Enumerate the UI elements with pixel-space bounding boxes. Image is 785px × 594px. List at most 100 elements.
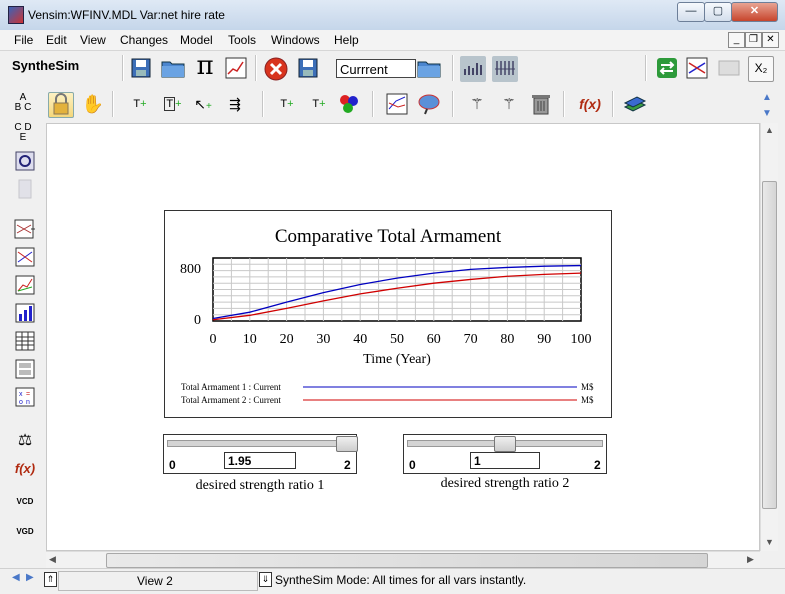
menu-bar: File Edit View Changes Model Tools Windo… <box>0 30 785 51</box>
save-run-icon[interactable] <box>295 56 321 82</box>
view-selector[interactable]: View 2 <box>58 571 258 591</box>
slider-ratio-2[interactable]: 0 1 2 <box>403 434 607 474</box>
maximize-button[interactable]: ▢ <box>704 2 732 22</box>
scroll-down-icon[interactable]: ▼ <box>765 537 774 547</box>
slider-1-label: desired strength ratio 1 <box>195 478 325 493</box>
lock-icon[interactable] <box>48 92 74 118</box>
toolbar-scroll-down-icon[interactable]: ▼ <box>762 108 772 119</box>
menu-file[interactable]: File <box>14 33 33 47</box>
toolbar-separator <box>452 55 454 81</box>
x-tick-label: 0 <box>210 332 217 347</box>
bar-graph-icon[interactable] <box>12 302 38 328</box>
graph-line-icon[interactable] <box>223 56 249 82</box>
menu-help[interactable]: Help <box>334 33 359 47</box>
loop-icon[interactable] <box>12 150 38 176</box>
vcd-check-icon[interactable]: VCD <box>12 484 38 514</box>
view-down-icon[interactable]: ⇓ <box>259 572 272 587</box>
view-next-icon[interactable]: ▶ <box>26 572 34 583</box>
add-box-text-icon[interactable]: T + <box>160 92 186 118</box>
minimize-button[interactable]: — <box>677 2 705 22</box>
mdi-minimize-icon[interactable]: _ <box>728 32 745 48</box>
wand-icon[interactable]: ⚚ <box>464 92 490 118</box>
sensitivity-icon[interactable] <box>460 56 486 82</box>
menu-tools[interactable]: Tools <box>228 33 256 47</box>
menu-edit[interactable]: Edit <box>46 33 67 47</box>
slider-2-thumb[interactable] <box>494 436 516 452</box>
x-tick-label: 60 <box>427 332 441 347</box>
scroll-up-icon[interactable]: ▲ <box>765 125 774 135</box>
toolbar-separator <box>563 91 565 117</box>
open-run-folder-icon[interactable] <box>416 56 442 82</box>
menu-model[interactable]: Model <box>180 33 213 47</box>
toolbar-sketch: AB C ✋ T+ T + ↖+ ⇶ T+ T+ ⚚ ⚚ f(x) ▲ ▼ <box>0 88 785 122</box>
wand-alt-icon[interactable]: ⚚ <box>496 92 522 118</box>
brain-icon[interactable] <box>416 92 442 118</box>
save-icon[interactable] <box>128 56 154 82</box>
slider-1-value-input[interactable]: 1.95 <box>224 452 296 469</box>
horizontal-scroll-thumb[interactable] <box>106 553 708 568</box>
sidebar-fx-icon[interactable]: f(x) <box>10 456 40 482</box>
x-tick-label: 80 <box>500 332 514 347</box>
toolbar-scroll-up-icon[interactable]: ▲ <box>762 92 772 103</box>
add-arrow-icon[interactable]: ↖+ <box>190 92 216 118</box>
slider-1-thumb[interactable] <box>336 436 359 452</box>
exit-synthesim-icon[interactable] <box>654 56 680 82</box>
pi-icon[interactable]: π <box>192 53 218 80</box>
document-all-icon[interactable]: x = o n <box>12 386 38 412</box>
view-up-icon[interactable]: ⇑ <box>44 572 57 587</box>
slider-2-value-input[interactable]: 1 <box>470 452 540 469</box>
cde-icon[interactable]: C DE <box>10 122 36 148</box>
hand-icon[interactable]: ✋ <box>80 92 106 118</box>
slider-1-track[interactable] <box>167 440 353 447</box>
mdi-restore-icon[interactable]: ❐ <box>745 32 762 48</box>
document-icon[interactable] <box>12 178 38 204</box>
open-folder-icon[interactable] <box>160 56 186 82</box>
x-tick-label: 50 <box>390 332 404 347</box>
left-toolbar: C DE x = o n ⚖ f(x) VCD VGD <box>0 122 44 568</box>
scroll-left-icon[interactable]: ◀ <box>49 554 56 565</box>
add-text-icon[interactable]: T+ <box>127 92 153 118</box>
horizontal-scrollbar[interactable]: ◀ ▶ <box>46 551 760 569</box>
menu-view[interactable]: View <box>80 33 106 47</box>
comparative-graph[interactable]: Comparative Total Armament 0 10 20 30 40 50 60… <box>164 210 612 418</box>
menu-changes[interactable]: Changes <box>120 33 168 47</box>
add-comment-icon[interactable]: T+ <box>274 92 300 118</box>
x-tick-label: 70 <box>464 332 478 347</box>
runs-compare-icon[interactable] <box>12 358 38 384</box>
compare-graph-icon[interactable] <box>684 56 710 82</box>
equation-fx-icon[interactable]: f(x) <box>574 92 606 118</box>
x-tick-label: 40 <box>353 332 367 347</box>
run-name-input[interactable]: Currrent <box>336 59 416 78</box>
window-title: Vensim:WFINV.MDL Var:net hire rate <box>28 8 225 22</box>
strip-graph-icon[interactable] <box>12 246 38 272</box>
toolbar-separator <box>262 91 264 117</box>
add-shadow-icon[interactable]: T+ <box>306 92 332 118</box>
add-flow-icon[interactable]: ⇶ <box>222 92 248 118</box>
causes-tree-icon[interactable] <box>12 218 38 244</box>
status-bar: ◀ ▶ ⇑ View 2 ⇓ SyntheSim Mode: All times… <box>0 568 785 594</box>
legend-label-2: Total Armament 2 : Current <box>181 395 281 405</box>
mdi-close-icon[interactable]: ✕ <box>762 32 779 48</box>
abc-variable-icon[interactable]: AB C <box>10 92 36 118</box>
vertical-scroll-thumb[interactable] <box>762 181 777 509</box>
books-icon[interactable] <box>622 92 648 118</box>
menu-windows[interactable]: Windows <box>271 33 320 47</box>
x-tick-label: 90 <box>537 332 551 347</box>
trash-icon[interactable] <box>528 92 554 118</box>
slider-ratio-1[interactable]: 0 1.95 2 <box>163 434 359 474</box>
games-icon[interactable] <box>492 56 518 82</box>
colorize-icon[interactable] <box>336 92 362 118</box>
table-compare-icon[interactable] <box>716 56 742 82</box>
close-button[interactable]: ✕ <box>731 2 778 22</box>
stop-icon[interactable] <box>263 56 289 82</box>
scroll-right-icon[interactable]: ▶ <box>747 554 754 565</box>
toolbar-separator <box>612 91 614 117</box>
view-prev-icon[interactable]: ◀ <box>12 572 20 583</box>
line-graph-icon[interactable] <box>12 274 38 300</box>
causes-graph-icon[interactable] <box>384 92 410 118</box>
balance-icon[interactable]: ⚖ <box>12 428 38 454</box>
table-icon[interactable] <box>12 330 38 356</box>
vertical-scrollbar[interactable]: ▲ ▼ <box>760 123 778 551</box>
x2-icon[interactable]: X₂ <box>748 56 774 82</box>
vgd-check-icon[interactable]: VGD <box>12 514 38 544</box>
